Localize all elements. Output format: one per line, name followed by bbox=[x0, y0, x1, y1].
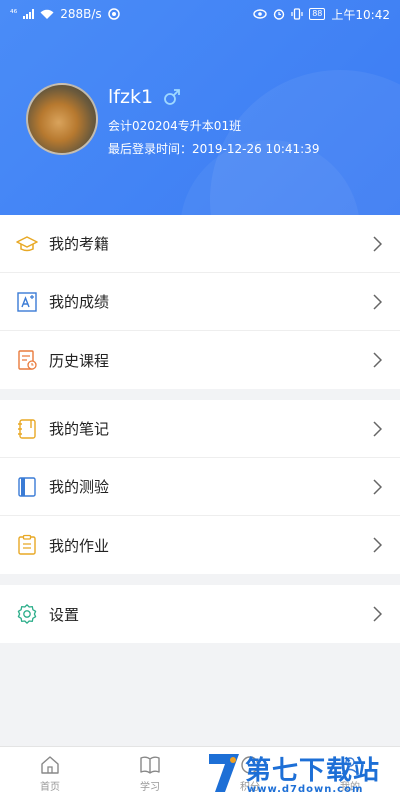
menu-label: 我的测验 bbox=[49, 478, 110, 496]
chevron-right-icon bbox=[373, 293, 382, 310]
menu-item-history-courses[interactable]: 历史课程 bbox=[0, 331, 400, 389]
network-speed: 288B/s bbox=[60, 7, 102, 21]
class-name: 会计020204专升本01班 bbox=[108, 119, 242, 133]
notification-icon bbox=[107, 8, 120, 20]
vibrate-icon bbox=[291, 8, 303, 20]
history-course-icon bbox=[18, 350, 37, 370]
chevron-right-icon bbox=[373, 420, 382, 437]
menu-label: 我的笔记 bbox=[49, 420, 110, 438]
chevron-right-icon bbox=[373, 235, 382, 252]
chevron-right-icon bbox=[373, 352, 382, 368]
avatar[interactable] bbox=[26, 83, 98, 155]
watermark: 第七下载站 www.d7down.com bbox=[205, 748, 400, 800]
male-icon bbox=[164, 89, 180, 105]
nav-label: 学习 bbox=[140, 782, 160, 793]
menu-item-exam-record[interactable]: 我的考籍 bbox=[0, 215, 400, 273]
menu-item-quizzes[interactable]: 我的测验 bbox=[0, 458, 400, 516]
menu-item-settings[interactable]: 设置 bbox=[0, 585, 400, 643]
signal-type: ⁴⁶ bbox=[10, 9, 18, 19]
clock: 上午10:42 bbox=[331, 7, 390, 22]
alarm-icon bbox=[274, 9, 285, 20]
watermark-text: 第七下载站 bbox=[245, 756, 381, 786]
chevron-right-icon bbox=[373, 606, 382, 622]
menu-group-study: 我的笔记 我的测验 我的作业 bbox=[0, 400, 400, 574]
chevron-right-icon bbox=[373, 537, 382, 553]
notebook-icon bbox=[18, 418, 36, 439]
eye-icon bbox=[253, 9, 267, 19]
chevron-right-icon bbox=[373, 478, 382, 495]
menu-item-homework[interactable]: 我的作业 bbox=[0, 516, 400, 574]
battery-icon: 88 bbox=[309, 8, 326, 20]
grade-icon bbox=[17, 291, 37, 312]
signal-icon bbox=[23, 9, 35, 19]
menu-label: 我的成绩 bbox=[49, 293, 110, 311]
book-icon bbox=[140, 756, 160, 774]
menu-label: 设置 bbox=[49, 605, 80, 624]
wifi-icon bbox=[40, 9, 54, 19]
last-login-time: 最后登录时间：2019-12-26 10:41:39 bbox=[108, 142, 320, 156]
menu-item-notes[interactable]: 我的笔记 bbox=[0, 400, 400, 458]
menu-item-grades[interactable]: 我的成绩 bbox=[0, 273, 400, 331]
watermark-url: www.d7down.com bbox=[247, 784, 364, 795]
home-icon bbox=[41, 756, 59, 774]
username: lfzk1 bbox=[108, 86, 154, 108]
profile-header: ⁴⁶ 288B/s 88 上午10:42 lfzk1 会计020204专升本01… bbox=[0, 0, 400, 215]
menu-group-settings: 设置 bbox=[0, 585, 400, 643]
nav-item-home[interactable]: 首页 bbox=[0, 747, 100, 800]
status-bar: ⁴⁶ 288B/s 88 上午10:42 bbox=[0, 0, 400, 28]
clipboard-icon bbox=[18, 534, 36, 555]
menu-label: 我的作业 bbox=[49, 536, 110, 555]
menu-group-records: 我的考籍 我的成绩 历史课程 bbox=[0, 215, 400, 389]
quiz-book-icon bbox=[18, 476, 36, 497]
menu-label: 历史课程 bbox=[49, 351, 110, 370]
nav-label: 首页 bbox=[40, 782, 60, 793]
nav-item-study[interactable]: 学习 bbox=[100, 747, 200, 800]
watermark-logo-icon bbox=[209, 754, 239, 792]
graduation-cap-icon bbox=[16, 235, 38, 251]
menu-label: 我的考籍 bbox=[49, 235, 110, 253]
gear-icon bbox=[17, 604, 37, 624]
